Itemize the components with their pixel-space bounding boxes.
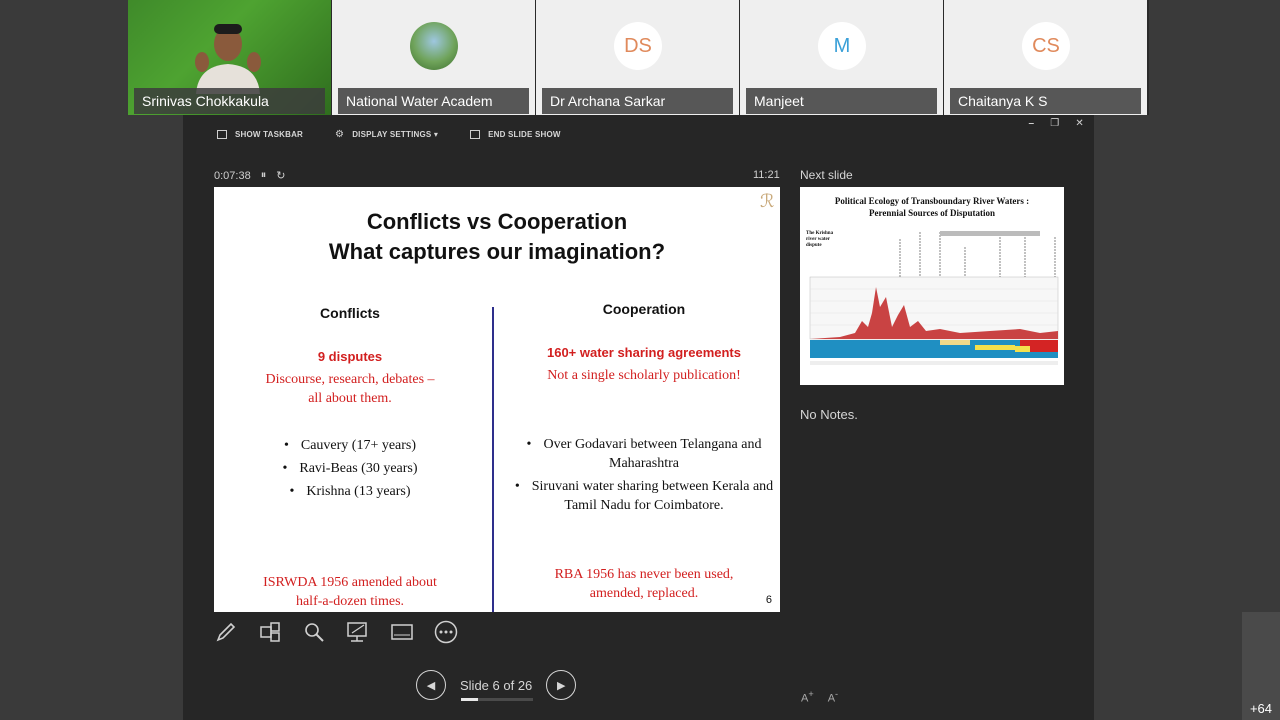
cooperation-column: Cooperation 160+ water sharing agreement… [514,301,774,519]
decrease-font-icon[interactable]: A- [828,689,838,705]
slide-title: Conflicts vs Cooperation What captures o… [328,209,666,264]
next-slide-button[interactable]: ▶ [546,670,577,700]
reset-icon[interactable]: ↻ [276,169,285,182]
cooperation-footer: RBA 1956 has never been used, amended, r… [554,567,734,601]
presenter-toolbar: SHOW TASKBAR ⚙ DISPLAY SETTINGS ▾ END SL… [183,115,1094,153]
list-item: Siruvani water sharing between Kerala an… [514,477,774,515]
chevron-right-icon: ▶ [557,679,566,692]
participant-name: National Water Academ [338,88,529,114]
participant-name: Srinivas Chokkakula [134,88,325,114]
avatar [410,22,458,70]
slide-number: 6 [765,594,772,606]
progress-fill [461,698,478,701]
more-participants-count[interactable]: +64 [1242,612,1280,720]
column-heading: Cooperation [602,301,686,317]
speaker-notes: No Notes. [800,407,858,422]
restore-icon[interactable]: ❐ [1050,118,1059,129]
highlight: 9 disputes [317,349,383,364]
presenter-tools [214,620,458,644]
bullet-list: Over Godavari between Telangana and Maha… [514,435,774,515]
next-slide-chart [809,231,1059,365]
zoom-icon[interactable] [302,620,326,644]
slide-progress [461,698,533,701]
participant-tile[interactable]: CS Chaitanya K S [944,0,1147,115]
next-slide-label: Next slide [800,168,853,182]
participant-name: Dr Archana Sarkar [542,88,733,114]
chevron-left-icon: ◀ [426,679,436,692]
taskbar-icon [217,129,227,139]
previous-slide-button[interactable]: ◀ [416,670,446,700]
participant-video [195,24,261,94]
list-item: Ravi-Beas (30 years) [234,457,466,480]
column-heading: Conflicts [320,305,380,321]
settings-icon: ⚙ [335,128,345,140]
more-options-icon[interactable] [434,620,458,644]
close-icon[interactable]: ✕ [1075,118,1084,129]
participant-tile[interactable]: Srinivas Chokkakula [128,0,331,115]
end-show-icon [470,129,481,139]
participant-tile[interactable]: M Manjeet [740,0,943,115]
increase-font-icon[interactable]: A+ [801,689,814,705]
display-settings-button[interactable]: ⚙ DISPLAY SETTINGS ▾ [335,129,438,140]
clock: 11:21 [753,169,780,181]
list-item: Over Godavari between Telangana and Maha… [514,435,774,473]
bullet-list: Cauvery (17+ years) Ravi-Beas (30 years)… [234,434,466,503]
minimize-icon[interactable]: – [1028,118,1034,129]
slide-timer: 0:07:38 ⏸ ↻ [214,169,285,182]
black-screen-icon[interactable] [390,620,414,644]
list-item: Krishna (13 years) [234,480,466,503]
show-taskbar-button[interactable]: SHOW TASKBAR [217,129,303,139]
participant-name: Chaitanya K S [950,88,1141,114]
participant-strip: Srinivas Chokkakula National Water Acade… [128,0,1149,115]
slide-indicator[interactable]: Slide 6 of 26 [460,678,532,693]
notes-font-controls: A+ A- [801,689,838,705]
pointer-icon[interactable] [346,620,370,644]
participant-tile[interactable]: DS Dr Archana Sarkar [536,0,739,115]
pen-icon[interactable] [214,620,238,644]
end-slide-show-button[interactable]: END SLIDE SHOW [470,129,561,139]
conflicts-footer: ISRWDA 1956 amended about half-a-dozen t… [263,575,437,609]
window-controls: – ❐ ✕ [1028,118,1084,129]
timer-value: 0:07:38 [214,169,251,182]
column-divider [492,307,494,612]
participant-tile[interactable]: National Water Academ [332,0,535,115]
current-slide[interactable]: ℛ Conflicts vs Cooperation What captures… [214,187,780,612]
conflicts-column: Conflicts 9 disputes Discourse, research… [234,305,466,503]
slide-navigation: ◀ Slide 6 of 26 ▶ [416,670,577,700]
highlight: 160+ water sharing agreements [546,345,741,360]
presenter-view: SHOW TASKBAR ⚙ DISPLAY SETTINGS ▾ END SL… [183,115,1094,720]
participant-name: Manjeet [746,88,937,114]
avatar: CS [1022,22,1070,70]
pause-icon[interactable]: ⏸ [261,169,267,182]
body-text: Not a single scholarly publication! [547,368,741,383]
avatar: M [818,22,866,70]
avatar: DS [614,22,662,70]
next-slide-preview[interactable]: Political Ecology of Transboundary River… [800,187,1064,385]
all-slides-icon[interactable] [258,620,282,644]
list-item: Cauvery (17+ years) [234,434,466,457]
body-text: Discourse, research, debates – all about… [265,372,435,406]
